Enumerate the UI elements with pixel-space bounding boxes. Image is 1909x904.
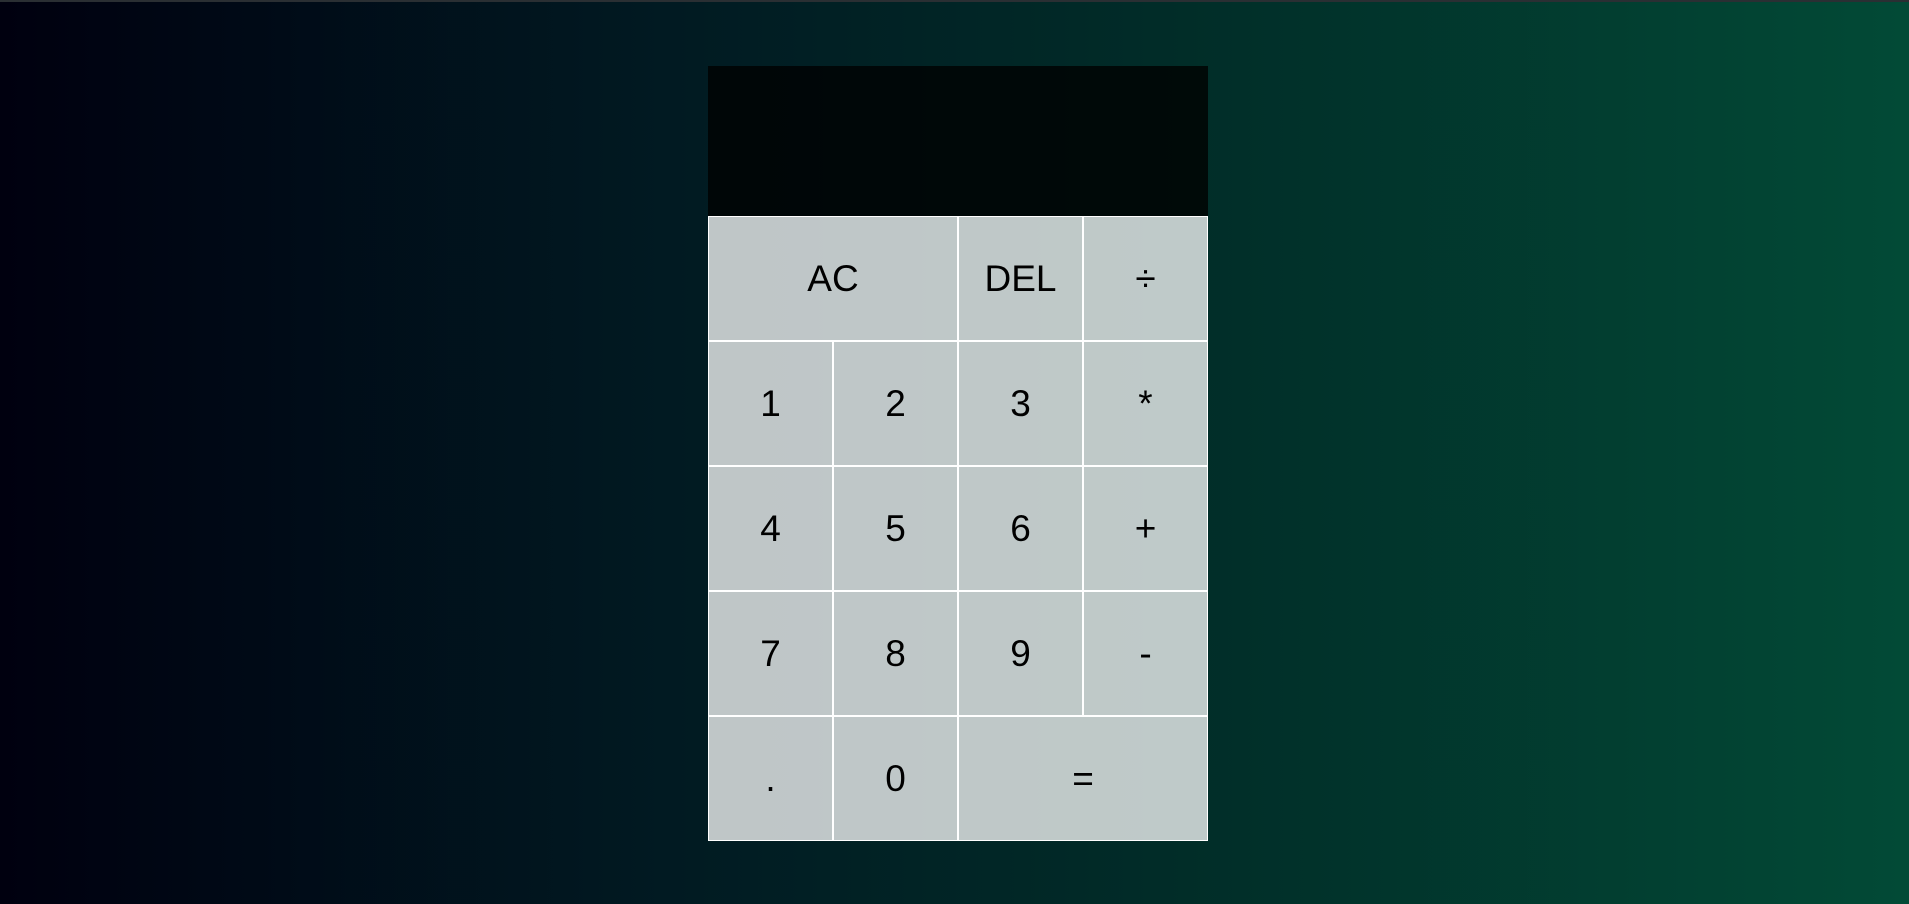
- all-clear-button[interactable]: AC: [708, 216, 958, 341]
- output-display: [708, 66, 1208, 216]
- digit-6-button[interactable]: 6: [958, 466, 1083, 591]
- digit-9-button[interactable]: 9: [958, 591, 1083, 716]
- decimal-button[interactable]: .: [708, 716, 833, 841]
- digit-0-button[interactable]: 0: [833, 716, 958, 841]
- digit-8-button[interactable]: 8: [833, 591, 958, 716]
- add-button[interactable]: +: [1083, 466, 1208, 591]
- window-top-edge: [0, 0, 1909, 2]
- calculator-grid: AC DEL ÷ 1 2 3 * 4 5 6 + 7 8 9 - . 0 =: [708, 66, 1208, 841]
- subtract-button[interactable]: -: [1083, 591, 1208, 716]
- delete-button[interactable]: DEL: [958, 216, 1083, 341]
- digit-7-button[interactable]: 7: [708, 591, 833, 716]
- digit-1-button[interactable]: 1: [708, 341, 833, 466]
- digit-2-button[interactable]: 2: [833, 341, 958, 466]
- digit-3-button[interactable]: 3: [958, 341, 1083, 466]
- digit-4-button[interactable]: 4: [708, 466, 833, 591]
- digit-5-button[interactable]: 5: [833, 466, 958, 591]
- multiply-button[interactable]: *: [1083, 341, 1208, 466]
- divide-button[interactable]: ÷: [1083, 216, 1208, 341]
- equals-button[interactable]: =: [958, 716, 1208, 841]
